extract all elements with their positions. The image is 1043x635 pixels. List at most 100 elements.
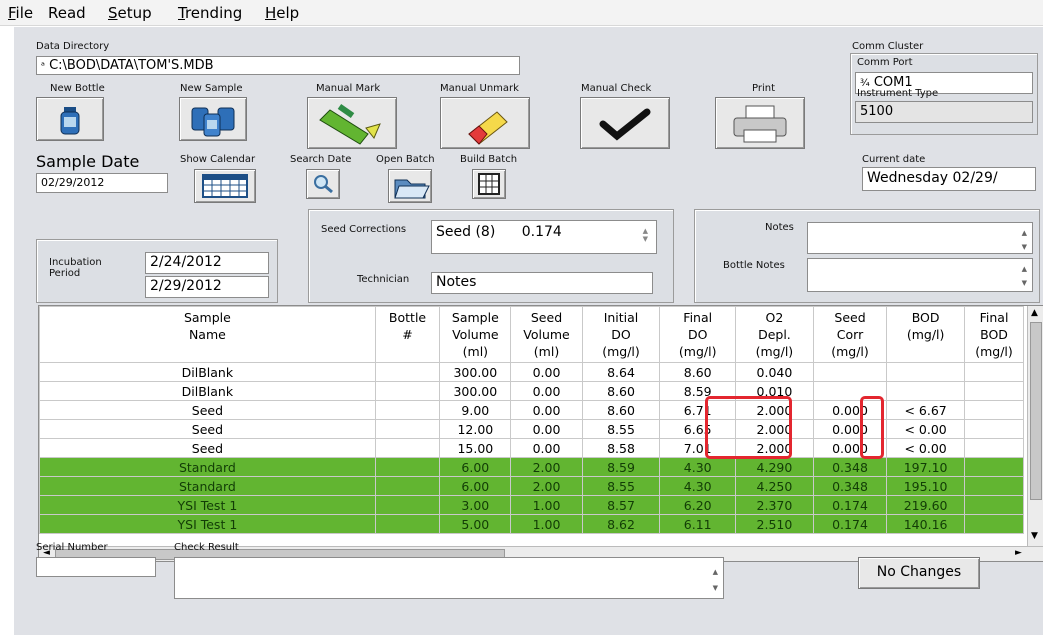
table-cell[interactable]: 8.55 — [581, 419, 661, 439]
incubation-start-field[interactable]: 2/24/2012 — [145, 252, 269, 274]
table-cell[interactable] — [374, 400, 441, 420]
build-batch-button[interactable] — [472, 169, 506, 199]
bottle-notes-scroll-arrows[interactable]: ▲ ▼ — [1022, 262, 1027, 290]
table-cell[interactable]: 0.174 — [812, 514, 888, 534]
table-row[interactable]: Standard 6.00 2.00 8.55 4.30 4.250 0.348 195.10 — [39, 476, 1024, 496]
table-cell[interactable]: 8.57 — [581, 495, 661, 515]
table-cell[interactable]: 0.348 — [812, 476, 888, 496]
show-calendar-button[interactable] — [194, 169, 256, 203]
column-header[interactable]: Sample Volume (ml) — [439, 306, 512, 363]
table-cell[interactable]: 8.55 — [581, 476, 661, 496]
table-cell[interactable]: 4.250 — [735, 476, 814, 496]
table-cell[interactable]: Seed — [39, 438, 376, 458]
column-header[interactable]: Bottle # — [374, 306, 441, 363]
table-cell[interactable] — [374, 495, 441, 515]
table-cell[interactable] — [812, 362, 888, 382]
table-cell[interactable]: 0.348 — [812, 457, 888, 477]
table-cell[interactable]: DilBlank — [39, 362, 376, 382]
table-cell[interactable] — [374, 457, 441, 477]
table-cell[interactable]: 300.00 — [439, 381, 512, 401]
notes-field[interactable]: ▲ ▼ — [807, 222, 1033, 254]
menu-read[interactable]: Read — [48, 4, 86, 22]
sample-date-field[interactable]: 02/29/2012 — [36, 173, 168, 193]
table-cell[interactable]: 0.00 — [510, 362, 583, 382]
table-row[interactable]: YSI Test 1 3.00 1.00 8.57 6.20 2.370 0.174 219.… — [39, 495, 1024, 515]
table-cell[interactable]: 0.040 — [735, 362, 814, 382]
column-header[interactable]: Sample Name — [39, 306, 376, 363]
no-changes-button[interactable]: No Changes — [858, 557, 980, 589]
table-cell[interactable]: 4.30 — [659, 476, 736, 496]
table-cell[interactable]: 0.00 — [510, 419, 583, 439]
table-cell[interactable]: 12.00 — [439, 419, 512, 439]
column-header[interactable]: O2 Depl. (mg/l) — [735, 306, 814, 363]
column-header[interactable]: Initial DO (mg/l) — [581, 306, 661, 363]
table-cell[interactable]: < 0.00 — [886, 419, 966, 439]
check-result-scroll-arrows[interactable]: ▲ ▼ — [713, 564, 718, 596]
table-cell[interactable]: Standard — [39, 457, 376, 477]
incubation-end-field[interactable]: 2/29/2012 — [145, 276, 269, 298]
table-cell[interactable]: 6.20 — [659, 495, 736, 515]
table-cell[interactable]: 140.16 — [886, 514, 966, 534]
table-cell[interactable]: 6.00 — [439, 457, 512, 477]
table-cell[interactable] — [964, 514, 1024, 534]
table-cell[interactable]: 2.00 — [510, 476, 583, 496]
table-cell[interactable]: Standard — [39, 476, 376, 496]
manual-check-button[interactable] — [580, 97, 670, 149]
table-cell[interactable] — [964, 419, 1024, 439]
table-cell[interactable]: 2.370 — [735, 495, 814, 515]
table-row[interactable]: Standard 6.00 2.00 8.59 4.30 4.290 0.348 197.10 — [39, 457, 1024, 477]
vertical-scroll-thumb[interactable] — [1030, 322, 1042, 500]
table-row[interactable]: YSI Test 1 5.00 1.00 8.62 6.11 2.510 0.174 140.… — [39, 514, 1024, 534]
seed-corrections-field[interactable]: Seed (8) 0.174 ▲ ▼ — [431, 220, 657, 254]
table-cell[interactable]: 9.00 — [439, 400, 512, 420]
table-cell[interactable]: 4.30 — [659, 457, 736, 477]
table-cell[interactable]: YSI Test 1 — [39, 495, 376, 515]
table-cell[interactable]: 0.174 — [812, 495, 888, 515]
table-cell[interactable]: 15.00 — [439, 438, 512, 458]
print-button[interactable] — [715, 97, 805, 149]
table-cell[interactable] — [374, 419, 441, 439]
scroll-up-icon[interactable]: ▲ — [1031, 308, 1038, 318]
table-cell[interactable]: 8.59 — [581, 457, 661, 477]
table-cell[interactable] — [964, 381, 1024, 401]
table-cell[interactable]: 8.58 — [581, 438, 661, 458]
table-cell[interactable]: 0.00 — [510, 381, 583, 401]
table-cell[interactable]: Seed — [39, 400, 376, 420]
table-cell[interactable] — [964, 457, 1024, 477]
table-cell[interactable]: < 0.00 — [886, 438, 966, 458]
scroll-right-icon[interactable]: ► — [1015, 548, 1022, 558]
manual-unmark-button[interactable] — [440, 97, 530, 149]
serial-number-field[interactable] — [36, 557, 156, 577]
table-cell[interactable] — [886, 381, 966, 401]
table-row[interactable]: DilBlank 300.00 0.00 8.64 8.60 0.040 — [39, 362, 1024, 382]
notes-scroll-arrows[interactable]: ▲ ▼ — [1022, 226, 1027, 253]
table-cell[interactable] — [374, 476, 441, 496]
menu-help[interactable]: Help — [265, 4, 299, 22]
new-bottle-button[interactable] — [36, 97, 104, 141]
table-cell[interactable] — [886, 362, 966, 382]
search-date-button[interactable] — [306, 169, 340, 199]
seed-scroll-arrows[interactable]: ▲ ▼ — [643, 227, 648, 243]
table-cell[interactable] — [964, 495, 1024, 515]
table-cell[interactable]: 3.00 — [439, 495, 512, 515]
table-cell[interactable]: 219.60 — [886, 495, 966, 515]
open-batch-button[interactable] — [388, 169, 432, 203]
bottle-notes-field[interactable]: ▲ ▼ — [807, 258, 1033, 292]
table-cell[interactable]: 195.10 — [886, 476, 966, 496]
table-cell[interactable]: 2.00 — [510, 457, 583, 477]
table-cell[interactable]: 300.00 — [439, 362, 512, 382]
table-cell[interactable]: 8.64 — [581, 362, 661, 382]
table-cell[interactable]: 1.00 — [510, 514, 583, 534]
table-cell[interactable] — [964, 476, 1024, 496]
table-cell[interactable]: 0.00 — [510, 400, 583, 420]
table-cell[interactable]: 4.290 — [735, 457, 814, 477]
table-cell[interactable]: YSI Test 1 — [39, 514, 376, 534]
table-cell[interactable]: 8.60 — [581, 381, 661, 401]
table-cell[interactable]: 6.00 — [439, 476, 512, 496]
table-cell[interactable]: 8.60 — [581, 400, 661, 420]
table-cell[interactable]: DilBlank — [39, 381, 376, 401]
table-cell[interactable]: 2.510 — [735, 514, 814, 534]
new-sample-button[interactable] — [179, 97, 247, 141]
manual-mark-button[interactable] — [307, 97, 397, 149]
table-cell[interactable] — [374, 438, 441, 458]
